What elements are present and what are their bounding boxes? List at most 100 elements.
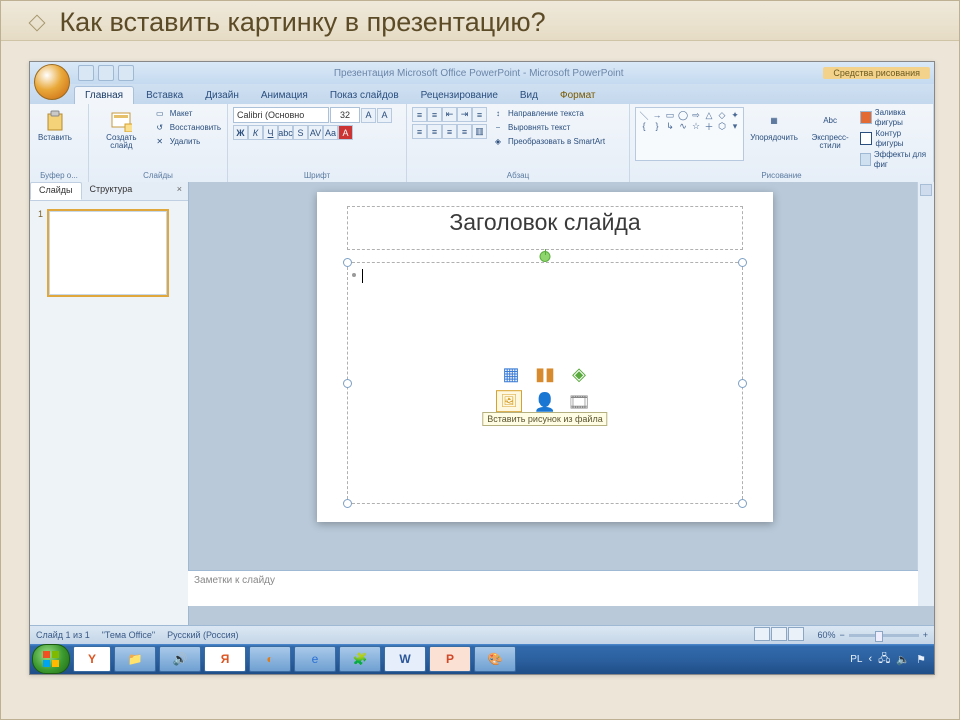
- change-case-button[interactable]: Aa: [323, 125, 338, 140]
- shape-line-icon[interactable]: ＼: [638, 110, 650, 120]
- font-size-select[interactable]: 32: [330, 107, 360, 123]
- align-text-button[interactable]: ⎯Выровнять текст: [490, 121, 606, 135]
- tab-home[interactable]: Главная: [74, 86, 134, 104]
- shape-lbrace-icon[interactable]: {: [638, 121, 650, 131]
- font-color-button[interactable]: A: [338, 125, 353, 140]
- shape-diamond-icon[interactable]: ◇: [716, 110, 728, 120]
- shape-callout-icon[interactable]: ✦: [729, 110, 741, 120]
- tray-vol-icon[interactable]: 🔈: [896, 653, 910, 666]
- taskbar-mediaplayer[interactable]: ◐: [249, 646, 291, 672]
- zoom-control[interactable]: 60% − +: [817, 630, 928, 640]
- shape-arrowr-icon[interactable]: ⇨: [690, 110, 702, 120]
- shadow-button[interactable]: S: [293, 125, 308, 140]
- paste-button[interactable]: Вставить: [35, 107, 75, 144]
- save-icon[interactable]: [78, 65, 94, 81]
- shape-plus-icon[interactable]: ＋: [703, 121, 715, 131]
- zoom-out-icon[interactable]: −: [839, 630, 844, 640]
- justify-button[interactable]: ≡: [457, 124, 472, 139]
- system-tray[interactable]: PL ‹ 🖧 🔈 ⚑: [850, 650, 932, 669]
- tab-animations[interactable]: Анимация: [251, 87, 318, 104]
- tab-view[interactable]: Вид: [510, 87, 548, 104]
- slide-thumbnail[interactable]: [47, 209, 169, 297]
- insert-chart-icon[interactable]: ▮▮: [530, 362, 560, 386]
- handle-se[interactable]: [738, 499, 747, 508]
- zoom-in-icon[interactable]: +: [923, 630, 928, 640]
- rotate-handle-icon[interactable]: [540, 251, 551, 262]
- normal-view-icon[interactable]: [754, 627, 770, 641]
- grow-font-icon[interactable]: A: [361, 108, 376, 123]
- handle-e[interactable]: [738, 379, 747, 388]
- new-slide-button[interactable]: Создать слайд: [94, 107, 149, 153]
- taskbar-volume[interactable]: 🔊: [159, 646, 201, 672]
- insert-clipart-icon[interactable]: 👤: [530, 390, 560, 414]
- tray-net-icon[interactable]: 🖧: [878, 650, 890, 669]
- shape-conn-icon[interactable]: ↳: [664, 121, 676, 131]
- shape-arrow-icon[interactable]: →: [651, 110, 663, 120]
- content-placeholder[interactable]: ▦ ▮▮ ◈ 🖼 👤 🎞 Вставить рисунок из файла: [347, 262, 743, 504]
- layout-button[interactable]: ▭Макет: [152, 107, 222, 121]
- tab-review[interactable]: Рецензирование: [411, 87, 508, 104]
- tray-lang[interactable]: PL: [850, 654, 862, 665]
- arrange-button[interactable]: ▦Упорядочить: [747, 107, 801, 144]
- align-center-button[interactable]: ≡: [427, 124, 442, 139]
- pane-close-icon[interactable]: ×: [171, 182, 188, 200]
- bullets-button[interactable]: ≡: [412, 107, 427, 122]
- start-button[interactable]: [32, 644, 70, 674]
- tray-flag-icon[interactable]: ⚑: [916, 653, 926, 666]
- slideshow-view-icon[interactable]: [788, 627, 804, 641]
- increase-indent-button[interactable]: ⇥: [457, 107, 472, 122]
- taskbar-powerpoint[interactable]: P: [429, 646, 471, 672]
- tab-design[interactable]: Дизайн: [195, 87, 249, 104]
- tab-slideshow[interactable]: Показ слайдов: [320, 87, 409, 104]
- decrease-indent-button[interactable]: ⇤: [442, 107, 457, 122]
- zoom-slider[interactable]: [849, 634, 919, 637]
- shape-rect-icon[interactable]: ▭: [664, 110, 676, 120]
- line-spacing-button[interactable]: ≡: [472, 107, 487, 122]
- status-language[interactable]: Русский (Россия): [167, 630, 238, 640]
- tray-chevron-icon[interactable]: ‹: [868, 653, 872, 665]
- slide-canvas[interactable]: Заголовок слайда: [317, 192, 773, 522]
- insert-table-icon[interactable]: ▦: [496, 362, 526, 386]
- quick-access-toolbar[interactable]: [78, 65, 134, 81]
- taskbar-word[interactable]: W: [384, 646, 426, 672]
- reset-button[interactable]: ↺Восстановить: [152, 121, 222, 135]
- taskbar-explorer[interactable]: 📁: [114, 646, 156, 672]
- handle-nw[interactable]: [343, 258, 352, 267]
- shape-outline-button[interactable]: Контур фигуры: [859, 128, 928, 149]
- handle-sw[interactable]: [343, 499, 352, 508]
- shape-tri-icon[interactable]: △: [703, 110, 715, 120]
- taskbar-yandex2[interactable]: Я: [204, 646, 246, 672]
- delete-button[interactable]: ✕Удалить: [152, 135, 222, 149]
- shapes-gallery[interactable]: ＼→▭◯⇨△◇✦ {}↳∿☆＋⬡▾: [635, 107, 744, 161]
- insert-picture-icon[interactable]: 🖼: [496, 390, 522, 412]
- font-name-select[interactable]: Calibri (Основно: [233, 107, 329, 123]
- char-spacing-button[interactable]: AV: [308, 125, 323, 140]
- handle-w[interactable]: [343, 379, 352, 388]
- title-placeholder[interactable]: Заголовок слайда: [347, 206, 743, 250]
- tab-insert[interactable]: Вставка: [136, 87, 193, 104]
- notes-pane[interactable]: Заметки к слайду: [188, 570, 918, 606]
- underline-button[interactable]: Ч: [263, 125, 278, 140]
- strikethrough-button[interactable]: abc: [278, 125, 293, 140]
- numbering-button[interactable]: ≡: [427, 107, 442, 122]
- shape-rbrace-icon[interactable]: }: [651, 121, 663, 131]
- shape-star-icon[interactable]: ☆: [690, 121, 702, 131]
- pane-tab-outline[interactable]: Структура: [82, 182, 141, 200]
- shape-fill-button[interactable]: Заливка фигуры: [859, 107, 928, 128]
- taskbar-yandex[interactable]: Y: [73, 646, 111, 672]
- tab-format[interactable]: Формат: [550, 87, 606, 104]
- italic-button[interactable]: К: [248, 125, 263, 140]
- shape-effects-button[interactable]: Эффекты для фиг: [859, 149, 928, 170]
- vertical-scrollbar[interactable]: [917, 182, 934, 606]
- view-buttons[interactable]: [754, 627, 805, 643]
- scroll-up-icon[interactable]: [920, 184, 932, 196]
- taskbar-ie[interactable]: e: [294, 646, 336, 672]
- shape-oval-icon[interactable]: ◯: [677, 110, 689, 120]
- columns-button[interactable]: ▥: [472, 124, 487, 139]
- align-right-button[interactable]: ≡: [442, 124, 457, 139]
- handle-ne[interactable]: [738, 258, 747, 267]
- bold-button[interactable]: Ж: [233, 125, 248, 140]
- pane-tab-slides[interactable]: Слайды: [30, 182, 82, 200]
- taskbar-app1[interactable]: 🧩: [339, 646, 381, 672]
- insert-media-icon[interactable]: 🎞: [564, 390, 594, 414]
